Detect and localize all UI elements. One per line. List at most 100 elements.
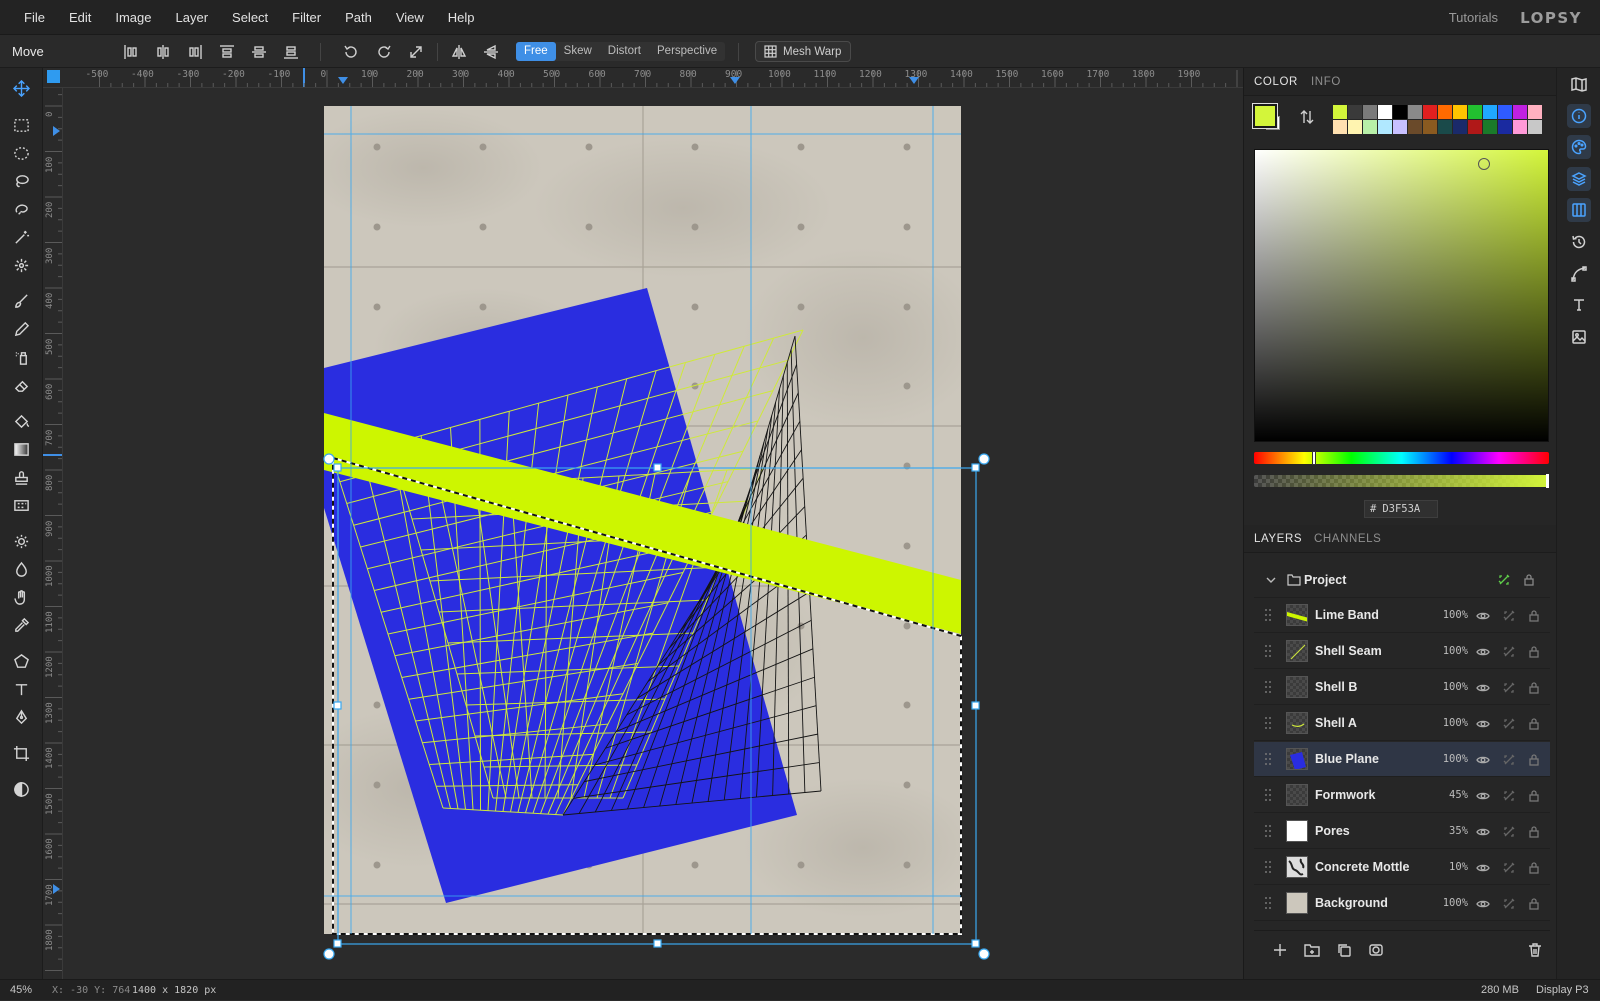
layer-row[interactable]: Shell B 100% xyxy=(1254,670,1550,705)
magnetic-lasso-icon[interactable] xyxy=(8,197,35,221)
layer-row[interactable]: Blue Plane 100% xyxy=(1254,742,1550,777)
link-icon[interactable] xyxy=(1497,573,1511,587)
add-layer-icon[interactable] xyxy=(1272,942,1290,960)
eye-icon[interactable] xyxy=(1476,753,1490,767)
lock-icon[interactable] xyxy=(1527,609,1541,623)
menu-view[interactable]: View xyxy=(384,0,436,35)
eye-icon[interactable] xyxy=(1476,609,1490,623)
layer-opacity[interactable]: 10% xyxy=(1449,850,1468,885)
color-swatch[interactable] xyxy=(1333,105,1347,119)
tutorials-link[interactable]: Tutorials xyxy=(1449,10,1498,25)
mask-icon[interactable] xyxy=(1368,942,1386,960)
duplicate-layer-icon[interactable] xyxy=(1336,942,1354,960)
color-swatch[interactable] xyxy=(1363,120,1377,134)
layer-row[interactable]: Pores 35% xyxy=(1254,814,1550,849)
link-icon[interactable] xyxy=(1502,897,1516,911)
alpha-slider[interactable] xyxy=(1254,474,1549,488)
image-icon[interactable] xyxy=(1567,325,1591,349)
drag-handle-icon[interactable] xyxy=(1264,752,1272,766)
brush-icon[interactable] xyxy=(8,289,35,313)
align-top-icon[interactable] xyxy=(216,41,238,63)
layer-opacity[interactable]: 100% xyxy=(1443,634,1468,669)
menu-path[interactable]: Path xyxy=(333,0,384,35)
color-swatch[interactable] xyxy=(1408,120,1422,134)
eye-icon[interactable] xyxy=(1476,789,1490,803)
link-icon[interactable] xyxy=(1502,645,1516,659)
eye-icon[interactable] xyxy=(1476,681,1490,695)
flip-horizontal-icon[interactable] xyxy=(448,41,470,63)
delete-layer-icon[interactable] xyxy=(1527,942,1545,960)
color-picker-handle[interactable] xyxy=(1478,158,1490,170)
smudge-icon[interactable] xyxy=(8,585,35,609)
lock-icon[interactable] xyxy=(1527,897,1541,911)
link-icon[interactable] xyxy=(1502,717,1516,731)
align-bottom-icon[interactable] xyxy=(280,41,302,63)
color-profile[interactable]: Display P3 xyxy=(1536,980,1589,1001)
spray-icon[interactable] xyxy=(8,345,35,369)
eraser-icon[interactable] xyxy=(8,373,35,397)
color-swatch[interactable] xyxy=(1453,105,1467,119)
align-hcenter-icon[interactable] xyxy=(152,41,174,63)
dodge-icon[interactable] xyxy=(8,529,35,553)
ellipse-marquee-icon[interactable] xyxy=(8,141,35,165)
menu-file[interactable]: File xyxy=(12,0,57,35)
stamp-icon[interactable] xyxy=(8,465,35,489)
history-icon[interactable] xyxy=(1567,230,1591,254)
color-swatch[interactable] xyxy=(1423,105,1437,119)
layer-row[interactable]: Background 100% xyxy=(1254,886,1550,921)
blur-icon[interactable] xyxy=(8,557,35,581)
foreground-color-swatch[interactable] xyxy=(1252,103,1278,129)
rect-marquee-icon[interactable] xyxy=(8,113,35,137)
canvas-area[interactable] xyxy=(63,88,1243,979)
swap-colors-icon[interactable] xyxy=(1298,108,1316,126)
lasso-icon[interactable] xyxy=(8,169,35,193)
layer-opacity[interactable]: 100% xyxy=(1443,742,1468,777)
chevron-down-icon[interactable] xyxy=(1266,575,1276,585)
pencil-icon[interactable] xyxy=(8,317,35,341)
lock-icon[interactable] xyxy=(1522,573,1536,587)
color-swatch[interactable] xyxy=(1333,120,1347,134)
crop-icon[interactable] xyxy=(8,741,35,765)
layer-opacity[interactable]: 100% xyxy=(1443,670,1468,705)
zoom-level[interactable]: 45% xyxy=(10,980,32,1001)
link-icon[interactable] xyxy=(1502,609,1516,623)
menu-image[interactable]: Image xyxy=(103,0,163,35)
link-icon[interactable] xyxy=(1502,753,1516,767)
magic-wand-icon[interactable] xyxy=(8,225,35,249)
mesh-warp-button[interactable]: Mesh Warp xyxy=(755,41,852,62)
alpha-handle[interactable] xyxy=(1546,474,1549,488)
eye-icon[interactable] xyxy=(1476,897,1490,911)
contrast-icon[interactable] xyxy=(8,777,35,801)
drag-handle-icon[interactable] xyxy=(1264,824,1272,838)
color-swatch[interactable] xyxy=(1528,105,1542,119)
color-swatch[interactable] xyxy=(1468,120,1482,134)
layer-row[interactable]: Shell Seam 100% xyxy=(1254,634,1550,669)
drag-handle-icon[interactable] xyxy=(1264,896,1272,910)
drag-handle-icon[interactable] xyxy=(1264,716,1272,730)
hue-slider[interactable] xyxy=(1254,451,1549,465)
saturation-value-picker[interactable] xyxy=(1254,149,1549,442)
map-icon[interactable] xyxy=(1567,72,1591,96)
paths-icon[interactable] xyxy=(1567,262,1591,286)
polygon-icon[interactable] xyxy=(8,649,35,673)
move-tool-icon[interactable] xyxy=(8,76,35,100)
new-group-icon[interactable] xyxy=(1304,942,1322,960)
eye-icon[interactable] xyxy=(1476,645,1490,659)
layers-icon[interactable] xyxy=(1567,167,1591,191)
color-swatch[interactable] xyxy=(1483,120,1497,134)
layer-row[interactable]: Lime Band 100% xyxy=(1254,598,1550,633)
gradient-icon[interactable] xyxy=(8,437,35,461)
color-swatch[interactable] xyxy=(1348,105,1362,119)
lock-icon[interactable] xyxy=(1527,825,1541,839)
document-canvas[interactable] xyxy=(63,88,1243,979)
color-swatch[interactable] xyxy=(1393,120,1407,134)
type-icon[interactable] xyxy=(1567,293,1591,317)
drag-handle-icon[interactable] xyxy=(1264,860,1272,874)
layer-row[interactable]: Shell A 100% xyxy=(1254,706,1550,741)
color-swatch[interactable] xyxy=(1438,105,1452,119)
color-swatch[interactable] xyxy=(1378,105,1392,119)
mode-distort[interactable]: Distort xyxy=(600,42,649,61)
eye-icon[interactable] xyxy=(1476,717,1490,731)
mode-free[interactable]: Free xyxy=(516,42,556,61)
hue-handle[interactable] xyxy=(1312,451,1316,465)
